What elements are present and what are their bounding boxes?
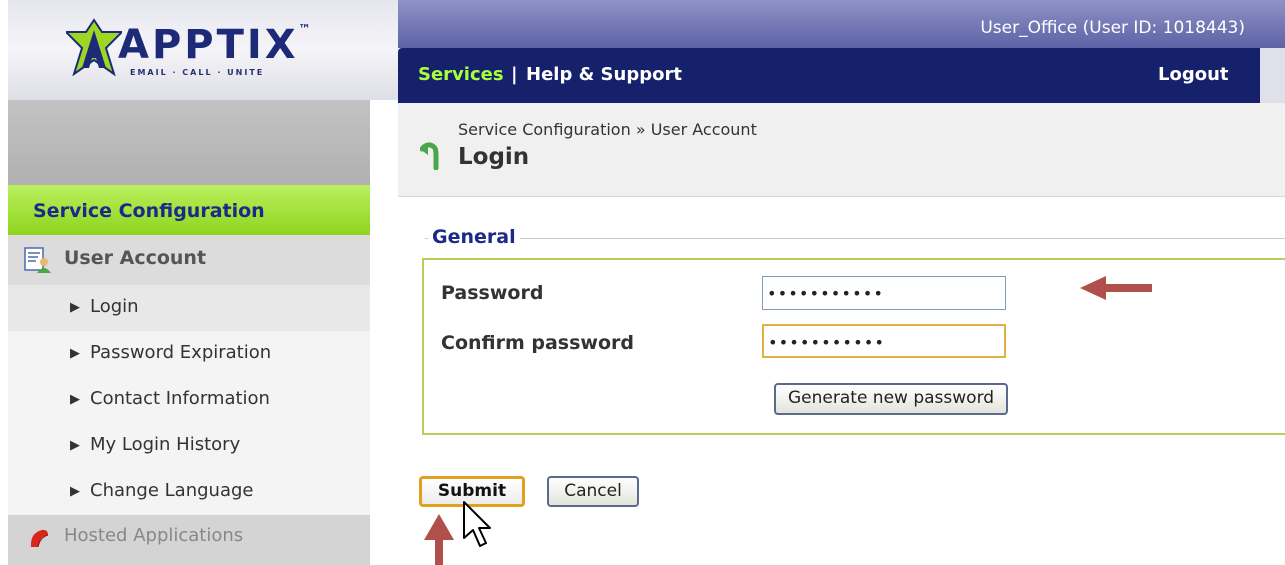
- nav-services-link[interactable]: Services: [418, 64, 504, 85]
- user-account-icon: [24, 247, 51, 273]
- hosted-applications-icon: [30, 529, 49, 548]
- page-title: Login: [458, 144, 530, 170]
- header-strip: User_Office (User ID: 1018443): [398, 0, 1285, 48]
- annotation-arrow-left-icon: [1080, 276, 1152, 300]
- sidebar-item-login[interactable]: ▶ Login: [8, 285, 370, 331]
- sidebar-item-label: Change Language: [90, 480, 254, 501]
- triangle-right-icon: ▶: [70, 300, 80, 315]
- sidebar-item-label: Login: [90, 296, 139, 317]
- sidebar-header: [8, 100, 370, 190]
- cancel-button[interactable]: Cancel: [547, 476, 639, 507]
- sidebar-item-password-expiration[interactable]: ▶ Password Expiration: [8, 331, 370, 377]
- mouse-cursor-icon: [463, 501, 491, 547]
- annotation-arrow-up-icon: [424, 514, 454, 565]
- user-label: User_Office (User ID: 1018443): [980, 18, 1245, 38]
- logout-link[interactable]: Logout: [1158, 64, 1229, 85]
- password-input[interactable]: •••••••••••: [762, 276, 1006, 310]
- triangle-right-icon: ▶: [70, 438, 80, 453]
- triangle-right-icon: ▶: [70, 346, 80, 361]
- triangle-right-icon: ▶: [70, 484, 80, 499]
- sidebar-group-label: Hosted Applications: [64, 525, 244, 546]
- back-arrow-icon[interactable]: [420, 140, 442, 170]
- nav-separator: |: [511, 64, 518, 85]
- page-header: [398, 103, 1285, 197]
- sidebar-item-contact-information[interactable]: ▶ Contact Information: [8, 377, 370, 423]
- generate-new-password-button[interactable]: Generate new password: [774, 383, 1009, 415]
- password-label: Password: [441, 282, 544, 304]
- triangle-right-icon: ▶: [70, 392, 80, 407]
- sidebar-section-label: Service Configuration: [33, 200, 265, 222]
- sidebar-item-label: Password Expiration: [90, 342, 272, 363]
- sidebar-divider: [370, 100, 398, 565]
- confirm-password-label: Confirm password: [441, 332, 635, 354]
- sidebar-item-my-login-history[interactable]: ▶ My Login History: [8, 423, 370, 469]
- nav-help-support-link[interactable]: Help & Support: [526, 64, 682, 85]
- fieldset-divider: [425, 238, 1285, 239]
- nav-bar-edge: [1260, 48, 1285, 103]
- sidebar-item-label: Contact Information: [90, 388, 270, 409]
- sidebar-item-change-language[interactable]: ▶ Change Language: [8, 469, 370, 515]
- confirm-password-input[interactable]: •••••••••••: [762, 324, 1006, 358]
- logo-tagline: EMAIL · CALL · UNITE: [130, 68, 265, 77]
- apptix-logo-icon: [66, 18, 122, 76]
- sidebar-item-label: My Login History: [90, 434, 241, 455]
- fieldset-legend: General: [428, 226, 520, 248]
- sidebar-group-label: User Account: [64, 247, 207, 269]
- breadcrumb: Service Configuration » User Account: [458, 120, 757, 139]
- logo-text: APPTIX™: [118, 22, 314, 68]
